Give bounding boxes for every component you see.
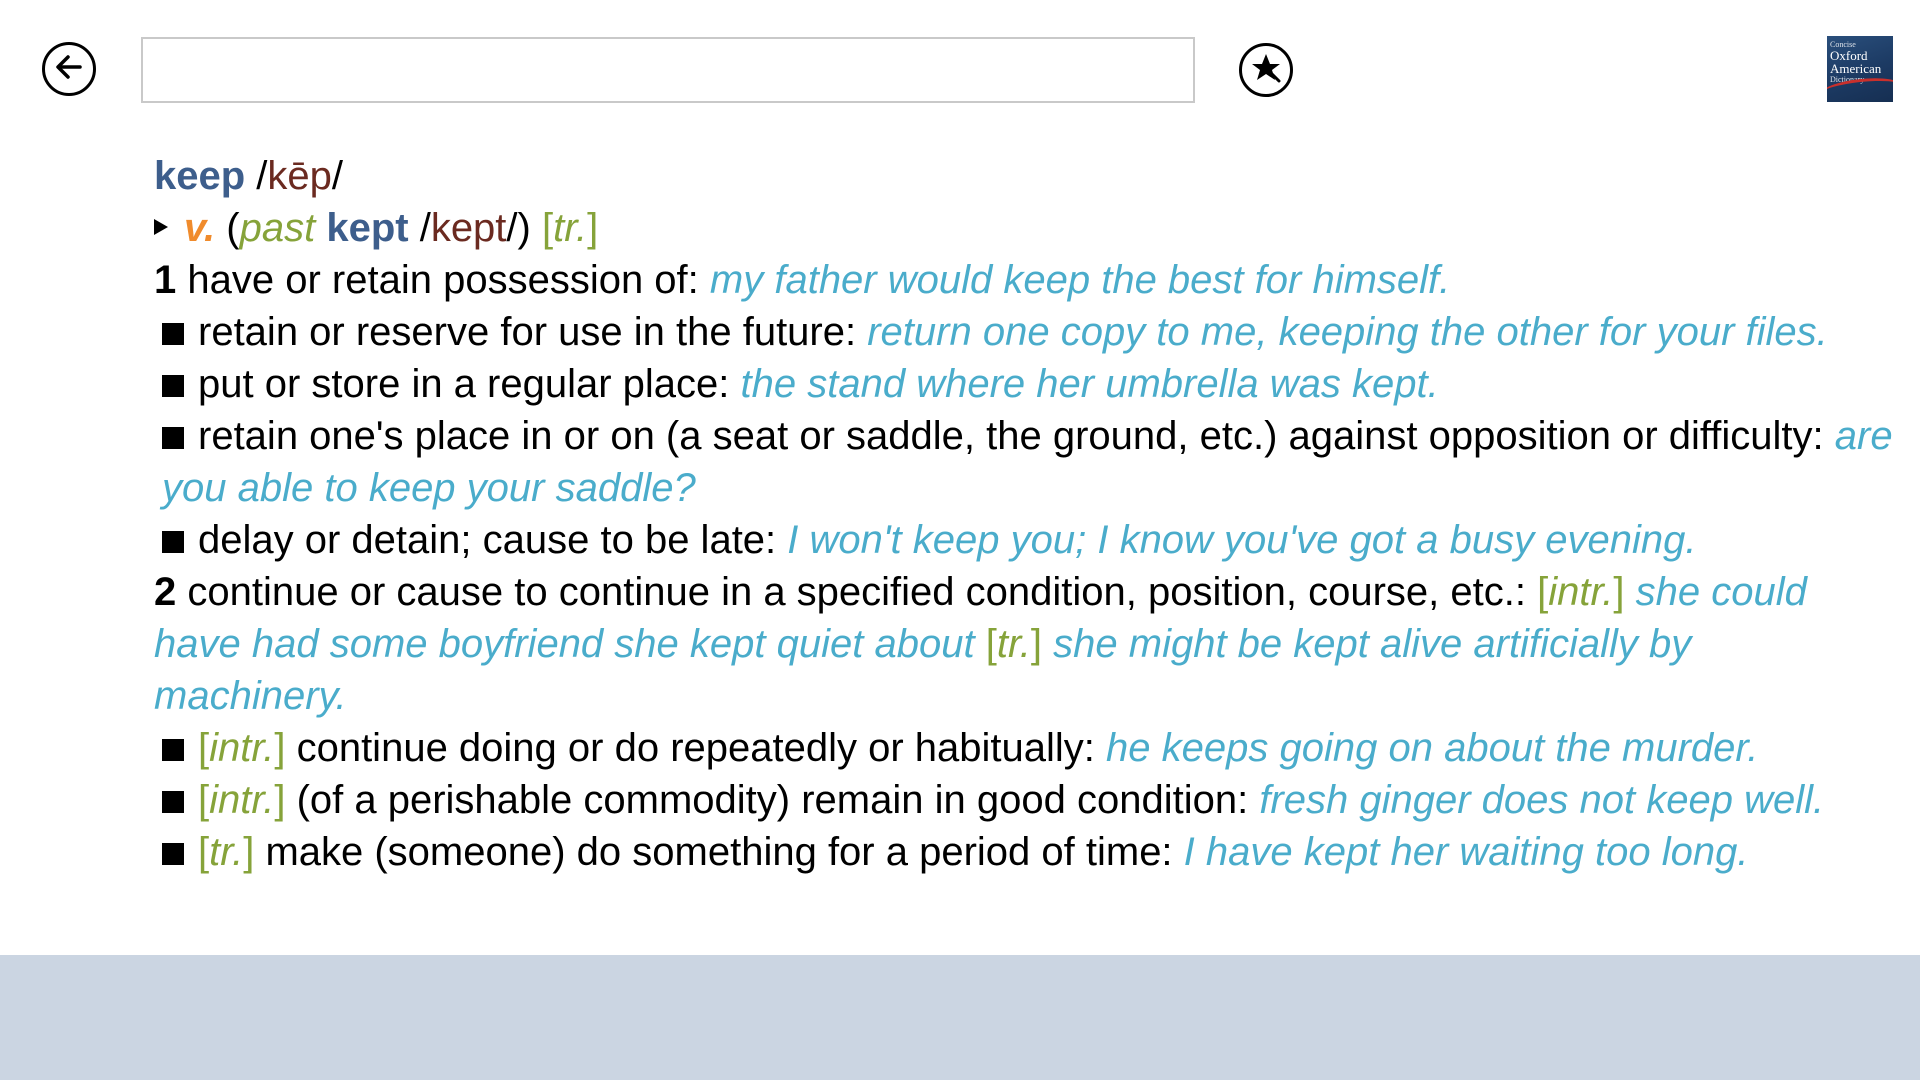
dictionary-entry: keep /kēp/ v. (past kept /kept/) [tr.] 1… (154, 150, 1894, 878)
grammar-label-text: intr. (209, 726, 275, 770)
part-of-speech: v. (184, 206, 216, 250)
example: return one copy to me, keeping the other… (867, 310, 1828, 354)
subsense-1b: put or store in a regular place: the sta… (154, 358, 1894, 410)
past-label: past (239, 206, 316, 250)
logo-line-3: American (1830, 61, 1882, 76)
bullet-icon (162, 375, 184, 397)
bottom-app-bar-area (0, 955, 1920, 1080)
example: fresh ginger does not keep well. (1259, 778, 1825, 822)
star-icon (1249, 51, 1283, 90)
bullet-icon (162, 843, 184, 865)
definition: (of a perishable commodity) remain in go… (296, 778, 1249, 822)
grammar-label-text: tr. (553, 206, 588, 250)
grammar-label-text: tr. (996, 622, 1031, 666)
grammar-label: [tr.] (198, 830, 255, 874)
back-arrow-icon (54, 52, 84, 87)
subsense-1d: delay or detain; cause to be late: I won… (154, 514, 1894, 566)
sense-2: 2 continue or cause to continue in a spe… (154, 566, 1894, 722)
logo-line-1: Concise (1830, 40, 1856, 49)
grammar-label: [tr.] (541, 206, 599, 250)
pos-line: v. (past kept /kept/) [tr.] (154, 202, 1894, 254)
grammar-label: [intr.] (198, 778, 286, 822)
bullet-icon (162, 531, 184, 553)
headword-line: keep /kēp/ (154, 150, 1894, 202)
sense-1: 1 have or retain possession of: my fathe… (154, 254, 1894, 306)
example: the stand where her umbrella was kept. (740, 362, 1439, 406)
dictionary-logo: Concise Oxford American Dictionary (1827, 36, 1893, 102)
past-form: kept (326, 206, 409, 250)
subsense-2a: [intr.] continue doing or do repeatedly … (154, 722, 1894, 774)
example: my father would keep the best for himsel… (709, 258, 1451, 302)
definition: delay or detain; cause to be late: (198, 518, 777, 562)
subsense-2c: [tr.] make (someone) do something for a … (154, 826, 1894, 878)
pron-slash-close: / (331, 154, 344, 198)
bullet-icon (162, 323, 184, 345)
back-button[interactable] (42, 42, 96, 96)
definition: put or store in a regular place: (198, 362, 730, 406)
definition: continue or cause to continue in a speci… (187, 570, 1526, 614)
subsense-2b: [intr.] (of a perishable commodity) rema… (154, 774, 1894, 826)
subsense-1a: retain or reserve for use in the future:… (154, 306, 1894, 358)
search-input[interactable] (141, 37, 1195, 103)
definition: have or retain possession of: (187, 258, 699, 302)
expand-triangle-icon[interactable] (154, 219, 168, 235)
bullet-icon (162, 427, 184, 449)
example: I have kept her waiting too long. (1183, 830, 1749, 874)
grammar-label-text: intr. (209, 778, 275, 822)
top-bar: Concise Oxford American Dictionary (0, 0, 1920, 120)
definition: continue doing or do repeatedly or habit… (296, 726, 1095, 770)
grammar-label-text: tr. (209, 830, 244, 874)
past-pronunciation: kept (430, 206, 507, 250)
definition: retain one's place in or on (a seat or s… (198, 414, 1824, 458)
pronunciation: kēp (267, 154, 332, 198)
grammar-label: [intr.] (198, 726, 286, 770)
subsense-1c: retain one's place in or on (a seat or s… (154, 410, 1894, 514)
pron-slash-open: / (256, 154, 268, 198)
headword: keep (154, 154, 246, 198)
definition: make (someone) do something for a period… (265, 830, 1173, 874)
example: he keeps going on about the murder. (1106, 726, 1759, 770)
grammar-label: [intr.] (1537, 570, 1625, 614)
grammar-label-text: intr. (1548, 570, 1614, 614)
sense-number: 2 (154, 570, 177, 614)
bullet-icon (162, 739, 184, 761)
sense-number: 1 (154, 258, 177, 302)
example: I won't keep you; I know you've got a bu… (787, 518, 1697, 562)
definition: retain or reserve for use in the future: (198, 310, 857, 354)
favorites-button[interactable] (1239, 43, 1293, 97)
bullet-icon (162, 791, 184, 813)
grammar-label: [tr.] (985, 622, 1043, 666)
